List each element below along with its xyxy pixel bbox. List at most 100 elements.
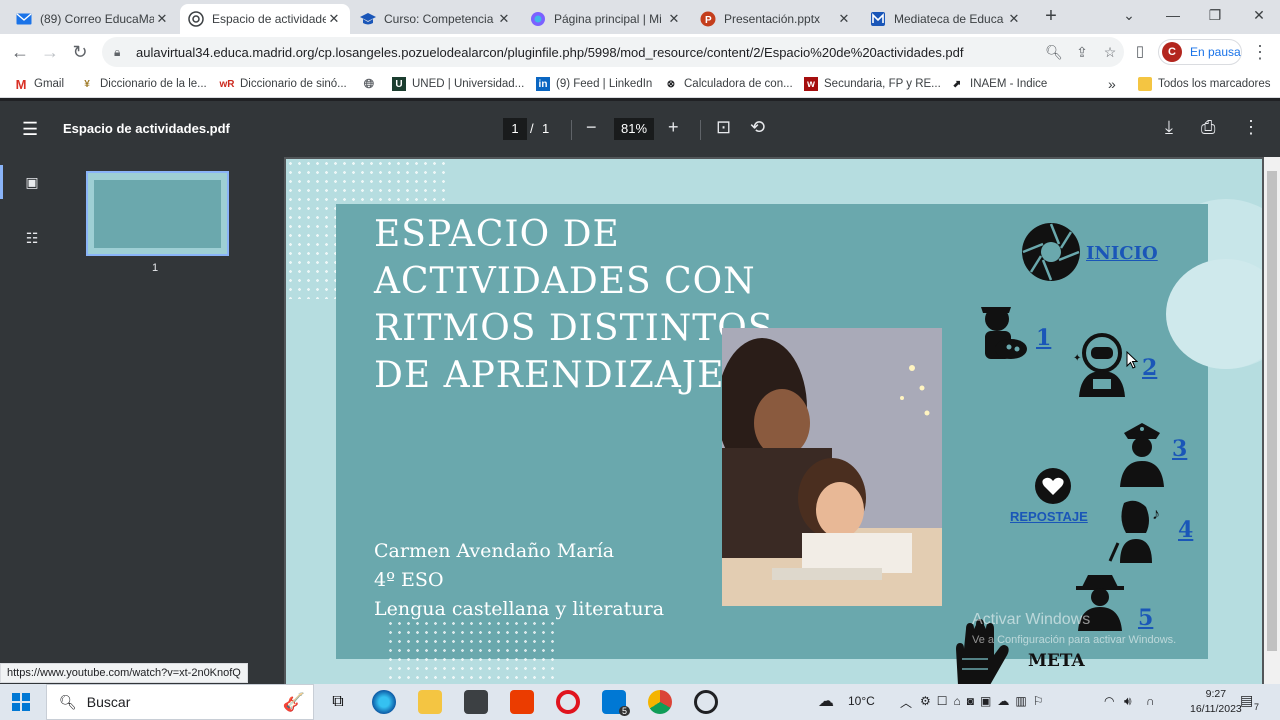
zoom-in-button[interactable]: +: [668, 117, 679, 138]
station-1-link[interactable]: 1: [1036, 325, 1051, 351]
url-text[interactable]: aulavirtual34.educa.madrid.org/cp.losang…: [136, 45, 1040, 60]
close-icon[interactable]: ✕: [326, 11, 342, 27]
bookmark-inaem[interactable]: ⬈ INAEM - Indice: [950, 75, 1048, 93]
bookmark-secundaria[interactable]: w Secundaria, FP y RE...: [804, 75, 941, 93]
zoom-out-button[interactable]: −: [586, 117, 597, 138]
lock-icon[interactable]: 🔒︎: [114, 45, 128, 60]
share-icon[interactable]: ⇪: [1068, 44, 1096, 61]
search-placeholder: Buscar: [86, 694, 131, 710]
address-bar[interactable]: 🔒︎ aulavirtual34.educa.madrid.org/cp.los…: [102, 37, 1124, 67]
bookmarks-bar: M Gmail ¥ Diccionario de la le... wR Diccio…: [0, 70, 1280, 98]
side-panel-icon[interactable]: ▯: [1126, 38, 1154, 66]
close-window-button[interactable]: ✕: [1236, 0, 1280, 32]
bookmark-uned[interactable]: U UNED | Universidad...: [392, 75, 524, 93]
tab-presentacion[interactable]: P Presentación.pptx ✕: [692, 4, 860, 34]
boe-icon: w: [804, 77, 818, 91]
station-4-link[interactable]: 4: [1178, 517, 1193, 543]
outline-icon[interactable]: ☷: [22, 230, 42, 250]
tab-curso[interactable]: Curso: Competencia ✕: [352, 4, 520, 34]
repostaje-link[interactable]: REPOSTAJE: [1010, 509, 1088, 524]
wifi-icon[interactable]: ◠: [1104, 694, 1114, 708]
close-icon[interactable]: ✕: [666, 11, 682, 27]
bookmark-linkedin[interactable]: in (9) Feed | LinkedIn: [536, 75, 652, 93]
taskbar-search[interactable]: 🔍︎ Buscar 🎸: [46, 684, 314, 720]
bookmark-rae[interactable]: ¥ Diccionario de la le...: [80, 75, 207, 93]
tab-correo[interactable]: (89) Correo EducaMa ✕: [8, 4, 178, 34]
minimize-button[interactable]: —: [1150, 0, 1196, 32]
tray-overflow-icon[interactable]: ︿: [900, 694, 912, 711]
dot-pattern: [386, 619, 556, 685]
close-icon[interactable]: ✕: [1006, 11, 1022, 27]
reload-button[interactable]: ↻: [66, 38, 94, 66]
bookmark-calculadora[interactable]: ⊗ Calculadora de con...: [664, 75, 793, 93]
task-view-icon[interactable]: ⧉: [326, 690, 350, 714]
fit-page-icon[interactable]: ⊡: [716, 117, 731, 138]
tab-pagina-principal[interactable]: Página principal | Mi ✕: [522, 4, 690, 34]
station-2-link[interactable]: 2: [1142, 355, 1157, 381]
author-block: Carmen Avendaño María 4º ESO Lengua cast…: [374, 537, 664, 624]
print-icon[interactable]: ⎙: [1201, 117, 1215, 138]
bookmark-label: Calculadora de con...: [684, 78, 793, 90]
tab-mediateca[interactable]: Mediateca de Educa ✕: [862, 4, 1030, 34]
heart-icon[interactable]: [1034, 467, 1072, 508]
date: 16/11/2023: [1190, 703, 1242, 715]
chrome-menu-icon[interactable]: ⋮: [1246, 38, 1274, 66]
zoom-icon[interactable]: 🔍︎: [1040, 44, 1068, 61]
rotate-icon[interactable]: ⟲: [750, 117, 765, 138]
edge-icon[interactable]: [372, 690, 396, 714]
scrollbar-thumb[interactable]: [1267, 171, 1277, 651]
weather-cloud-icon[interactable]: ☁: [818, 691, 834, 711]
opera-icon[interactable]: [556, 690, 580, 714]
page-number-input[interactable]: 1: [503, 118, 527, 140]
tab-espacio[interactable]: Espacio de actividade ✕: [180, 4, 350, 34]
inicio-link[interactable]: INICIO: [1086, 243, 1158, 264]
station-5-link[interactable]: 5: [1138, 605, 1153, 631]
forward-button[interactable]: →: [36, 38, 64, 66]
store-icon[interactable]: [464, 690, 488, 714]
meta-label[interactable]: META: [1028, 651, 1085, 671]
windows-start-icon[interactable]: [12, 693, 30, 711]
file-explorer-icon[interactable]: [418, 690, 442, 714]
scrollbar[interactable]: [1264, 157, 1280, 685]
hamburger-menu-icon[interactable]: ☰: [22, 119, 38, 140]
office-icon[interactable]: [510, 690, 534, 714]
bookmark-wordreference[interactable]: wR Diccionario de sinó...: [220, 75, 347, 93]
thumbnails-icon[interactable]: ▣: [22, 174, 42, 194]
station-3-link[interactable]: 3: [1172, 436, 1187, 462]
close-icon[interactable]: ✕: [154, 11, 170, 27]
app-icon[interactable]: [694, 690, 718, 714]
back-button[interactable]: ←: [6, 38, 34, 66]
bookmark-star-icon[interactable]: ☆: [1096, 44, 1124, 61]
singer-icon[interactable]: ♪: [1106, 499, 1168, 566]
police-officer-icon[interactable]: [1116, 421, 1168, 490]
painter-icon[interactable]: [971, 299, 1031, 364]
notifications-icon[interactable]: ▤: [1240, 692, 1253, 709]
download-icon[interactable]: ⤓: [1165, 117, 1173, 138]
more-options-icon[interactable]: ⋮: [1242, 117, 1260, 138]
system-tray-icons[interactable]: ⚙☐⌂◙▣☁▥⚐: [920, 694, 1049, 708]
headset-icon[interactable]: ∩: [1146, 694, 1155, 708]
profile-button[interactable]: C En pausa: [1158, 39, 1242, 65]
bookmarks-overflow[interactable]: »: [1108, 75, 1116, 93]
close-icon[interactable]: ✕: [496, 11, 512, 27]
restore-button[interactable]: ❐: [1192, 0, 1238, 32]
page-thumbnail[interactable]: [86, 171, 229, 256]
mediateca-icon: [870, 11, 886, 27]
volume-icon[interactable]: 🔊︎: [1124, 694, 1132, 709]
chrome-icon[interactable]: [648, 690, 672, 714]
all-bookmarks[interactable]: Todos los marcadores: [1138, 75, 1271, 93]
tab-search-button[interactable]: ⌄: [1106, 0, 1152, 32]
new-tab-button[interactable]: +: [1038, 4, 1064, 30]
bookmark-gmail[interactable]: M Gmail: [14, 75, 64, 93]
bookmark-globe[interactable]: 🌐︎: [362, 75, 382, 93]
zoom-input[interactable]: 81%: [614, 118, 654, 140]
clock[interactable]: 9:27 16/11/2023: [1190, 687, 1242, 717]
mail-app-icon[interactable]: 5: [602, 690, 630, 716]
chrome-pdf-icon: [188, 11, 204, 27]
temperature[interactable]: 10°C: [848, 694, 875, 708]
camera-shutter-icon[interactable]: [1021, 222, 1081, 285]
tab-label: Curso: Competencia: [384, 12, 494, 26]
astronaut-icon[interactable]: ✦: [1071, 331, 1133, 400]
tab-strip: (89) Correo EducaMa ✕ Espacio de activid…: [0, 0, 1280, 34]
close-icon[interactable]: ✕: [836, 11, 852, 27]
